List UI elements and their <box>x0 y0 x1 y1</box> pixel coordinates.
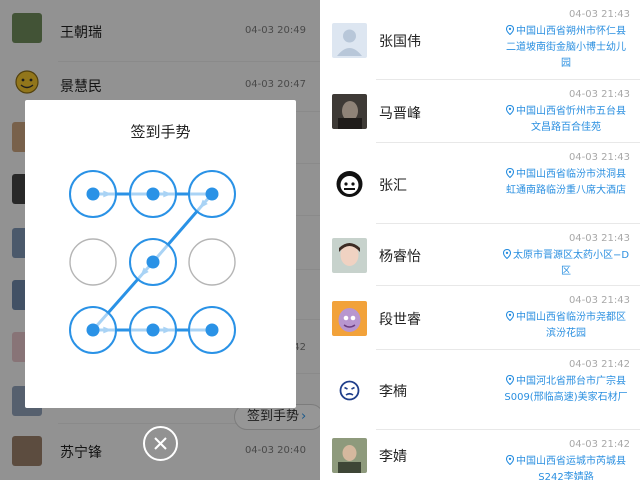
record-address-text: 中国山西省忻州市五台县文昌路百合佳苑 <box>516 106 626 133</box>
record-time: 04-03 21:43 <box>568 233 630 244</box>
record-time: 04-03 21:43 <box>568 152 630 163</box>
record-address: 中国山西省临汾市洪洞县虹通南路临汾重八席大酒店 <box>502 167 630 199</box>
record-address: 中国山西省朔州市怀仁县二道坡南街金脑小博士幼儿园 <box>502 24 630 72</box>
record-item[interactable]: 李楠 04-03 21:42 中国河北省邢台市广宗县S009(邢临高速)美家石材厂 <box>320 350 640 430</box>
record-name: 段世睿 <box>379 312 421 328</box>
record-time: 04-03 21:43 <box>568 89 630 100</box>
location-pin-icon <box>506 168 514 178</box>
close-button[interactable] <box>143 426 178 461</box>
record-item[interactable]: 段世睿 04-03 21:43 中国山西省临汾市尧都区滨汾花园 <box>320 286 640 350</box>
record-name: 张汇 <box>379 178 407 194</box>
location-pin-icon <box>506 311 514 321</box>
record-address: 中国山西省运城市芮城县S242李婧路 <box>502 454 630 480</box>
location-pin-icon <box>506 375 514 385</box>
record-name: 张国伟 <box>379 34 421 50</box>
record-name: 杨睿怡 <box>379 249 421 265</box>
cartoon-avatar <box>332 301 367 336</box>
record-address-text: 中国山西省临汾市洪洞县虹通南路临汾重八席大酒店 <box>506 169 626 196</box>
record-address: 中国山西省临汾市尧都区滨汾花园 <box>502 310 630 342</box>
record-name: 马晋峰 <box>379 106 421 122</box>
pattern-node-dot <box>205 187 219 201</box>
close-icon <box>154 437 167 450</box>
pattern-node-dot <box>146 323 160 337</box>
record-name: 李婧 <box>379 449 407 465</box>
record-address-text: 中国山西省朔州市怀仁县二道坡南街金脑小博士幼儿园 <box>506 26 626 69</box>
panda-meme-avatar <box>332 166 367 201</box>
pattern-node[interactable] <box>188 238 236 286</box>
record-address: 中国河北省邢台市广宗县S009(邢临高速)美家石材厂 <box>502 374 630 406</box>
gesture-dialog: 签到手势 <box>25 100 296 408</box>
girl-photo-avatar <box>332 238 367 273</box>
sad-face-icon <box>332 373 367 408</box>
location-pin-icon <box>506 455 514 465</box>
location-pin-icon <box>506 25 514 35</box>
pattern-node-dot <box>205 323 219 337</box>
pattern-node-dot <box>146 187 160 201</box>
default-person-icon <box>332 23 367 58</box>
location-pin-icon <box>502 249 511 259</box>
photo-avatar-2 <box>332 438 367 473</box>
record-name: 李楠 <box>379 384 407 400</box>
pattern-node-dot <box>86 323 100 337</box>
record-time: 04-03 21:42 <box>568 359 630 370</box>
checkin-record-list: 张国伟 04-03 21:43 中国山西省朔州市怀仁县二道坡南街金脑小博士幼儿园马晋… <box>320 0 640 480</box>
record-address-text: 中国山西省运城市芮城县S242李婧路 <box>516 456 626 480</box>
record-item[interactable]: 张汇 04-03 21:43 中国山西省临汾市洪洞县虹通南路临汾重八席大酒店 <box>320 143 640 224</box>
record-address-text: 太原市晋源区太药小区−D区 <box>512 250 630 277</box>
pattern-node[interactable] <box>69 238 117 286</box>
record-time: 04-03 21:42 <box>568 439 630 450</box>
record-address: 中国山西省忻州市五台县文昌路百合佳苑 <box>502 104 630 136</box>
record-address: 太原市晋源区太药小区−D区 <box>502 248 630 280</box>
record-item[interactable]: 杨睿怡 04-03 21:43 太原市晋源区太药小区−D区 <box>320 224 640 286</box>
location-pin-icon <box>506 105 514 115</box>
record-address-text: 中国河北省邢台市广宗县S009(邢临高速)美家石材厂 <box>504 376 628 403</box>
pattern-node-dot <box>86 187 100 201</box>
gesture-pattern-pad[interactable] <box>25 100 296 408</box>
record-item[interactable]: 马晋峰 04-03 21:43 中国山西省忻州市五台县文昌路百合佳苑 <box>320 80 640 143</box>
record-item[interactable]: 张国伟 04-03 21:43 中国山西省朔州市怀仁县二道坡南街金脑小博士幼儿园 <box>320 0 640 80</box>
record-item[interactable]: 李婧 04-03 21:42 中国山西省运城市芮城县S242李婧路 <box>320 430 640 480</box>
record-time: 04-03 21:43 <box>568 295 630 306</box>
modal-overlay[interactable]: 签到手势 <box>0 0 320 480</box>
pattern-node-dot <box>146 255 160 269</box>
record-time: 04-03 21:43 <box>568 9 630 20</box>
record-address-text: 中国山西省临汾市尧都区滨汾花园 <box>516 312 626 339</box>
photo-avatar <box>332 94 367 129</box>
